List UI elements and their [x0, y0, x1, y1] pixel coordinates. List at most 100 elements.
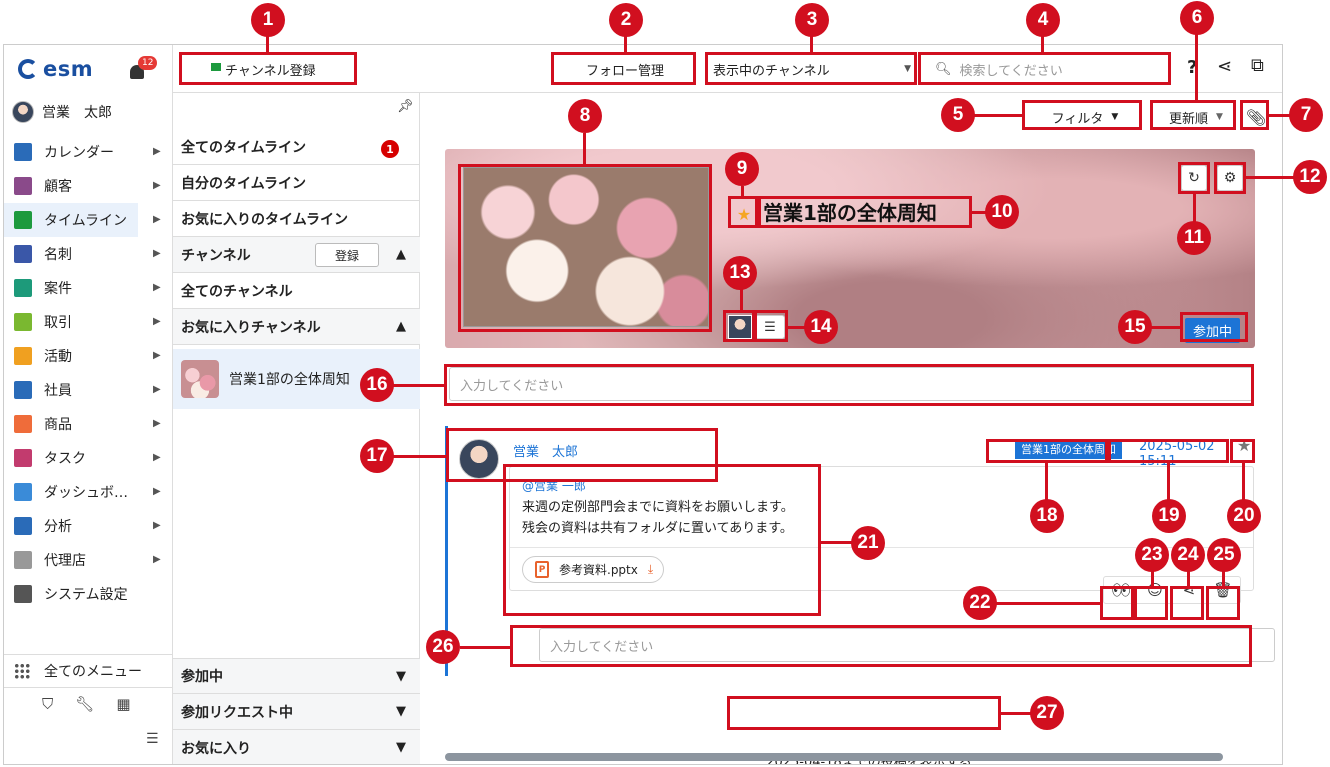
fav-timeline-item[interactable]: お気に入りのタイムライン — [173, 201, 420, 237]
timeline-post: 営業 太郎 営業1部の全体周知 2025-05-02 15:11 ★ @営業 一… — [445, 426, 1275, 684]
post-channel-tag[interactable]: 営業1部の全体周知 — [1015, 439, 1122, 459]
nav-icon — [14, 483, 32, 501]
fav-channels-header[interactable]: お気に入りチャンネル ▲ — [173, 309, 420, 345]
user-name: 営業 太郎 — [42, 105, 112, 121]
nav-icon — [14, 585, 32, 603]
author-avatar[interactable] — [459, 439, 499, 479]
nav-item[interactable]: 名刺 ▶ — [4, 237, 172, 271]
refresh-icon[interactable]: ↻ — [1181, 165, 1207, 191]
gear-icon[interactable]: ⚙ — [1217, 165, 1243, 191]
nav-item[interactable]: 活動 ▶ — [4, 339, 172, 373]
chevron-right-icon: ▶ — [153, 384, 161, 395]
channel-thumbnail — [181, 360, 219, 398]
post-message: 来週の定例部門会までに資料をお願いします。 残会の資料は共有フォルダに置いてあり… — [522, 500, 794, 536]
chevron-down-icon: ▼ — [904, 64, 911, 74]
channel-select[interactable]: 表示中のチャンネル ▼ — [707, 55, 919, 83]
nav-item-label: 取引 — [44, 315, 72, 331]
nav-item[interactable]: 分析 ▶ — [4, 509, 172, 543]
callout-number: 4 — [1026, 3, 1060, 37]
joined-section[interactable]: 参加中 ▼ — [173, 658, 420, 694]
nav-item[interactable]: 取引 ▶ — [4, 305, 172, 339]
nav-item[interactable]: 案件 ▶ — [4, 271, 172, 305]
nav-item-label: 商品 — [44, 417, 72, 433]
film-icon[interactable]: ▦ — [116, 695, 130, 713]
channel-cover-image[interactable] — [463, 167, 709, 327]
nav-item-label: 案件 — [44, 281, 72, 297]
callout-number: 23 — [1135, 538, 1169, 572]
esm-logo[interactable]: esm — [18, 57, 93, 81]
bookmark-icon[interactable]: ⛉ — [42, 695, 53, 713]
channel-register-button[interactable]: チャンネル登録 — [181, 55, 355, 83]
callout-line — [1222, 570, 1225, 587]
chevron-right-icon: ▶ — [153, 418, 161, 429]
nav-item-label: 名刺 — [44, 247, 72, 263]
all-channels-item[interactable]: 全てのチャンネル — [173, 273, 420, 309]
paperclip-icon[interactable]: 📎︎ — [1243, 103, 1269, 131]
chevron-down-icon: ▼ — [1216, 112, 1223, 122]
all-menu-button[interactable]: 全てのメニュー — [4, 654, 172, 688]
callout-line — [741, 186, 744, 197]
callout-number: 10 — [985, 195, 1019, 229]
callout-number: 12 — [1293, 160, 1327, 194]
callout-line — [1193, 193, 1196, 223]
my-timeline-item[interactable]: 自分のタイムライン — [173, 165, 420, 201]
user-profile[interactable]: 営業 太郎 — [12, 101, 112, 123]
nav-item[interactable]: 顧客 ▶ — [4, 169, 172, 203]
download-icon[interactable]: ⤓ — [648, 562, 653, 577]
favorite-section[interactable]: お気に入り ▼ — [173, 730, 420, 764]
nav-item[interactable]: タスク ▶ — [4, 441, 172, 475]
author-name[interactable]: 営業 太郎 — [513, 441, 578, 460]
horizontal-scrollbar[interactable] — [445, 753, 1223, 761]
channel-register-small-button[interactable]: 登録 — [315, 243, 379, 267]
chevron-down-icon: ▼ — [396, 704, 406, 719]
nav-item[interactable]: タイムライン ▶ — [4, 203, 161, 237]
filter-button[interactable]: フィルタ ▼ — [1027, 103, 1143, 131]
callout-line — [1245, 176, 1295, 179]
collapse-sidebar-icon[interactable]: ☰ — [146, 731, 159, 747]
callout-line — [583, 133, 586, 165]
nav-icon — [14, 211, 32, 229]
sort-select[interactable]: 更新順 ▼ — [1155, 103, 1237, 131]
channel-panel: 📌︎ 全てのタイムライン 1 自分のタイムライン お気に入りのタイムライン チャン… — [173, 93, 420, 764]
member-avatar[interactable] — [728, 315, 752, 339]
nav-item[interactable]: カレンダー ▶ — [4, 135, 172, 169]
callout-number: 15 — [1118, 310, 1152, 344]
read-eyes-icon[interactable]: 👀︎ — [1104, 577, 1138, 603]
member-list-icon[interactable]: ☰ — [755, 315, 785, 339]
post-input[interactable]: 入力してください — [449, 367, 1253, 401]
callout-number: 16 — [360, 368, 394, 402]
share-icon[interactable]: ⋖ — [1217, 56, 1232, 77]
pin-icon[interactable]: 📌︎ — [397, 99, 414, 114]
nav-item-label: 活動 — [44, 349, 72, 365]
attachment-chip[interactable]: P 参考資料.pptx ⤓ — [522, 556, 665, 583]
favorite-star-icon[interactable]: ★ — [735, 205, 753, 224]
chevron-up-icon[interactable]: ▲ — [396, 319, 406, 334]
nav-item-label: システム設定 — [44, 587, 128, 603]
nav-item[interactable]: 商品 ▶ — [4, 407, 172, 441]
favorite-star-icon[interactable]: ★ — [1237, 436, 1251, 455]
nav-item[interactable]: 社員 ▶ — [4, 373, 172, 407]
callout-line — [1242, 462, 1245, 502]
join-request-section[interactable]: 参加リクエスト中 ▼ — [173, 694, 420, 730]
post-body: @営業 一郎 来週の定例部門会までに資料をお願いします。 残会の資料は共有フォル… — [509, 466, 1254, 591]
joined-badge[interactable]: 参加中 — [1185, 318, 1241, 343]
add-reaction-icon[interactable]: ☺ — [1138, 577, 1172, 603]
callout-number: 7 — [1289, 98, 1323, 132]
follow-manage-button[interactable]: フォロー管理 — [555, 55, 695, 83]
timeline-main: フィルタ ▼ 更新順 ▼ 📎︎ ★ 営業1部の全体周知 ↻ ⚙ ☰ 参加中 入力して… — [421, 93, 1282, 764]
nav-item[interactable]: 代理店 ▶ — [4, 543, 172, 577]
comment-input[interactable]: 入力してください — [539, 628, 1275, 662]
nav-item[interactable]: ダッシュボ… ▶ — [4, 475, 172, 509]
channel-section-header[interactable]: チャンネル 登録 ▲ — [173, 237, 420, 273]
callout-number: 11 — [1177, 221, 1211, 255]
all-timeline-item[interactable]: 全てのタイムライン 1 — [173, 129, 420, 165]
callout-line — [1045, 462, 1048, 502]
search-input[interactable]: 🔍︎ 検索してください — [923, 55, 1171, 83]
chevron-up-icon[interactable]: ▲ — [396, 247, 406, 262]
nav-item-label: タイムライン — [44, 213, 128, 229]
open-external-icon[interactable]: ⧉ — [1251, 55, 1264, 76]
callout-line — [1041, 36, 1044, 53]
wrench-icon[interactable]: 🔧︎ — [75, 695, 94, 713]
post-mention[interactable]: @営業 一郎 — [522, 477, 586, 494]
nav-item[interactable]: システム設定 — [4, 577, 172, 611]
